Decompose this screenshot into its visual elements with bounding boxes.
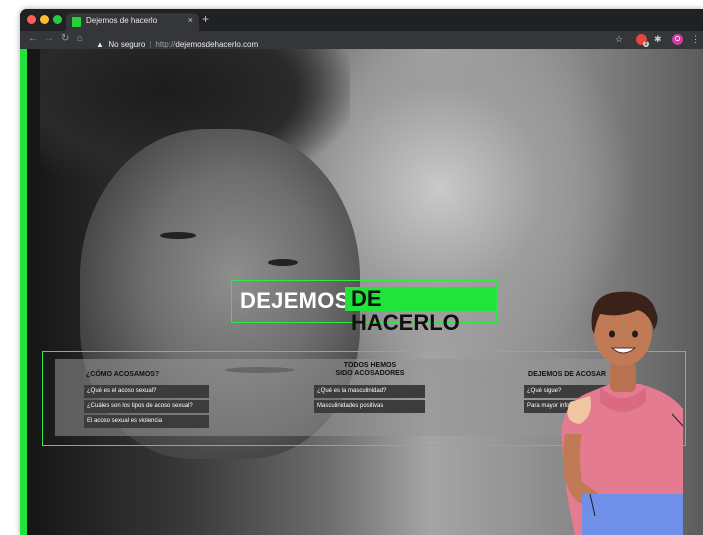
- warning-icon: ▲: [96, 40, 104, 49]
- guide-eye-left: [609, 330, 615, 338]
- close-window-button[interactable]: [27, 15, 36, 24]
- back-arrow-icon[interactable]: ←: [28, 33, 38, 44]
- browser-tab[interactable]: Dejemos de hacerlo ×: [66, 13, 199, 31]
- minimize-window-button[interactable]: [40, 15, 49, 24]
- cartoon-guide-illustration: [561, 291, 683, 535]
- new-tab-button[interactable]: +: [202, 12, 209, 26]
- url-separator: |: [149, 40, 152, 49]
- guide-neck: [610, 362, 636, 392]
- menu-dots-icon[interactable]: ⋮: [691, 34, 700, 45]
- bookmark-star-icon[interactable]: ☆: [615, 34, 623, 45]
- guide-eye-right: [632, 330, 638, 338]
- tab-close-icon[interactable]: ×: [188, 15, 193, 25]
- guide-pants: [582, 494, 683, 535]
- hero-title-white: DEJEMOS: [240, 288, 350, 313]
- forward-arrow-icon[interactable]: →: [44, 33, 54, 44]
- accent-left-bar: [20, 49, 27, 535]
- hero-title-box: DEJEMOS DE HACERLO: [231, 280, 497, 335]
- url-host: dejemosdehacerlo.com: [175, 40, 259, 49]
- nav-heading-line2: SIDO ACOSADORES: [335, 370, 405, 377]
- nav-link-que-es-acoso[interactable]: ¿Qué es el acoso sexual?: [84, 385, 209, 398]
- nav-link-acoso-violencia[interactable]: El acoso sexual es violencia: [84, 415, 209, 428]
- hero-title-green: DE HACERLO: [345, 287, 496, 335]
- url-protocol: http://: [155, 40, 176, 49]
- browser-toolbar: ← → ↻ ⌂ ▲ No seguro | http://dejemosdehace…: [20, 31, 703, 49]
- security-label: No seguro: [108, 40, 146, 49]
- nav-link-masculinidades-positivas[interactable]: Masculinidades positivas: [314, 400, 425, 413]
- nav-heading-como-acosamos: ¿CÓMO ACOSAMOS?: [86, 371, 160, 378]
- extension-icon[interactable]: 2: [636, 34, 649, 47]
- hero-photo-eye-left: [160, 232, 196, 239]
- site-favicon-icon: [72, 17, 81, 27]
- hero-photo-eye-right: [268, 259, 298, 266]
- tab-title: Dejemos de hacerlo: [86, 16, 158, 25]
- nav-heading-line1: TODOS HEMOS: [343, 362, 397, 369]
- tab-bar: Dejemos de hacerlo × +: [20, 9, 703, 31]
- home-icon[interactable]: ⌂: [77, 33, 83, 44]
- address-bar[interactable]: ▲ No seguro | http://dejemosdehacerlo.com: [96, 34, 606, 49]
- extensions-puzzle-icon[interactable]: ✱: [654, 34, 662, 45]
- maximize-window-button[interactable]: [53, 15, 62, 24]
- nav-link-tipos-acoso[interactable]: ¿Cuáles son los tipos de acoso sexual?: [84, 400, 209, 413]
- nav-heading-todos-hemos: TODOS HEMOS SIDO ACOSADORES: [310, 362, 430, 378]
- nav-link-masculinidad[interactable]: ¿Qué es la masculinidad?: [314, 385, 425, 398]
- extension-badge: 2: [643, 41, 649, 47]
- profile-avatar[interactable]: O: [672, 34, 683, 45]
- reload-icon[interactable]: ↻: [61, 33, 69, 44]
